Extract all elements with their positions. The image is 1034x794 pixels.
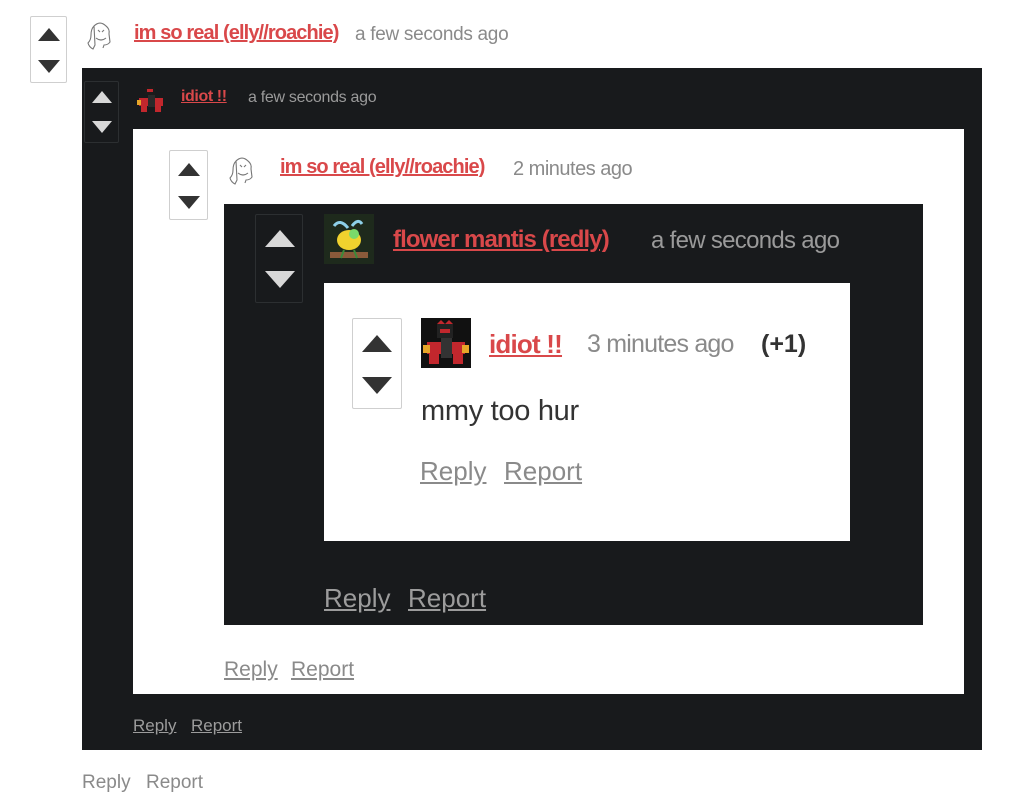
robot-avatar-icon	[137, 86, 163, 112]
downvote-icon[interactable]	[362, 377, 392, 394]
report-link[interactable]: Report	[146, 772, 203, 794]
mantis-avatar-icon	[324, 214, 374, 264]
upvote-icon[interactable]	[265, 230, 295, 247]
downvote-icon[interactable]	[265, 271, 295, 288]
sketch-avatar-icon	[87, 22, 111, 50]
report-link[interactable]: Report	[291, 658, 354, 682]
reply-link[interactable]: Reply	[324, 583, 390, 614]
reply-link[interactable]: Reply	[420, 456, 486, 487]
reply-link[interactable]: Reply	[133, 716, 176, 736]
vote-box	[352, 318, 402, 409]
sketch-avatar-icon	[229, 157, 253, 185]
comment-author-link[interactable]: idiot !!	[489, 329, 563, 360]
vote-box	[169, 150, 208, 220]
vote-box	[255, 214, 303, 303]
comment-timestamp: 2 minutes ago	[513, 158, 633, 180]
report-link[interactable]: Report	[504, 456, 582, 487]
comment-thread-light	[324, 283, 850, 541]
upvote-icon[interactable]	[362, 335, 392, 352]
comment-timestamp: a few seconds ago	[355, 24, 509, 45]
upvote-icon[interactable]	[178, 163, 200, 176]
report-link[interactable]: Report	[191, 716, 242, 736]
upvote-icon[interactable]	[38, 28, 60, 41]
comment-score: (+1)	[761, 330, 807, 358]
comment-author-link[interactable]: flower mantis (redly)	[393, 226, 610, 254]
report-link[interactable]: Report	[408, 583, 486, 614]
comment-timestamp: 3 minutes ago	[587, 330, 734, 358]
robot-avatar-icon	[421, 318, 471, 368]
downvote-icon[interactable]	[92, 121, 112, 133]
comment-author-link[interactable]: im so real (elly//roachie)	[280, 156, 485, 179]
comment-body: mmy too hur	[421, 395, 579, 427]
reply-link[interactable]: Reply	[82, 772, 131, 794]
comment-author-link[interactable]: idiot !!	[181, 88, 227, 106]
downvote-icon[interactable]	[178, 196, 200, 209]
comment-author-link[interactable]: im so real (elly//roachie)	[134, 22, 339, 45]
vote-box	[30, 16, 67, 83]
comment-timestamp: a few seconds ago	[248, 89, 377, 106]
upvote-icon[interactable]	[92, 91, 112, 103]
downvote-icon[interactable]	[38, 60, 60, 73]
reply-link[interactable]: Reply	[224, 658, 278, 682]
vote-box	[84, 81, 119, 143]
comment-timestamp: a few seconds ago	[651, 227, 840, 254]
